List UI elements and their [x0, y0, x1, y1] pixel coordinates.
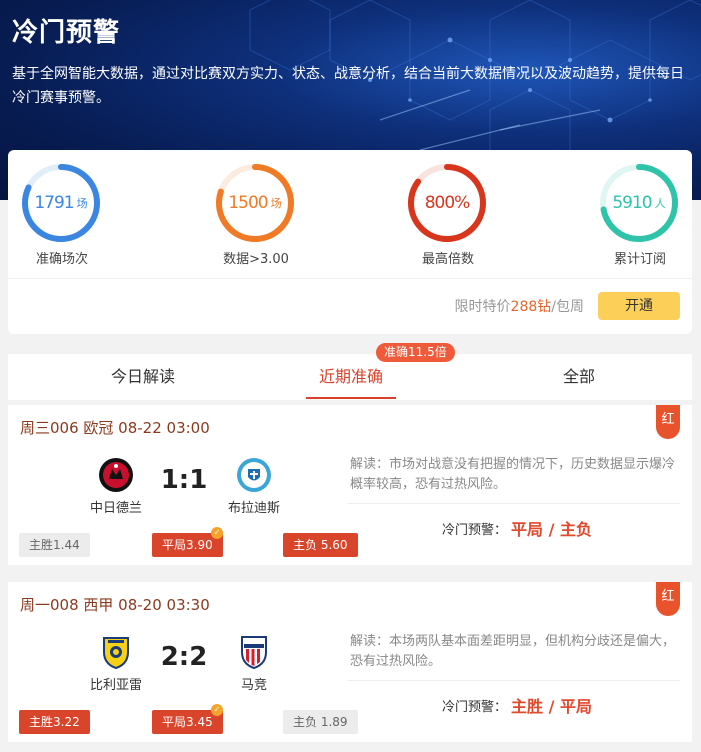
warning-label: 冷门预警：	[442, 523, 508, 538]
divider	[348, 680, 680, 681]
stat-value: 1500 场	[214, 162, 296, 244]
stat-number: 5910	[612, 193, 652, 213]
analysis-text: 解读：本场两队基本面差距明显，但机构分歧还是偏大，恐有过热风险。	[350, 634, 676, 669]
stat-label: 准确场次	[35, 252, 88, 267]
match-header: 周一008 西甲 08-20 03:30	[20, 596, 210, 614]
odds-home: 主胜3.22	[19, 710, 90, 734]
warning-label: 冷门预警：	[442, 700, 508, 715]
stat-ring: 800%	[406, 162, 488, 244]
odds-away: 主负 1.89	[283, 710, 358, 734]
atletico-logo-icon	[241, 636, 267, 670]
match-score: 1:1	[160, 465, 208, 495]
active-tab-indicator	[306, 397, 396, 399]
stat-number: 1791	[34, 193, 74, 213]
price-prefix: 限时特价	[454, 299, 511, 315]
result-tag: 红	[656, 582, 680, 616]
result-tag: 红	[656, 405, 680, 439]
price-info: 限时特价288钻/包周	[455, 296, 584, 316]
stat-value: 1791 场	[20, 162, 102, 244]
home-team: 中日德兰	[76, 457, 156, 516]
match-card[interactable]: 周三006 欧冠 08-22 03:00 红中日德兰 1:1 布拉迪斯主胜1.44 平局…	[8, 405, 692, 565]
away-team-name: 布拉迪斯	[227, 501, 280, 516]
home-team-name: 中日德兰	[89, 501, 142, 516]
page-title: 冷门预警	[12, 18, 121, 48]
stat-number: 1500	[228, 193, 268, 213]
stat-label: 数据>3.00	[223, 252, 289, 267]
home-team-name: 比利亚雷	[89, 678, 142, 693]
stat-ring: 1500 场	[214, 162, 296, 244]
odds-away: 主负 5.60	[283, 533, 358, 557]
away-team: 马竞	[214, 634, 294, 693]
warning-value: 主胜 / 平局	[511, 697, 592, 716]
stat-number: 800%	[424, 193, 471, 213]
stat-unit: 场	[270, 197, 282, 210]
tab-today[interactable]: 今日解读	[63, 354, 223, 400]
stat-ring: 1791 场	[20, 162, 102, 244]
analysis-text: 解读：市场对战意没有把握的情况下，历史数据显示爆冷概率较高，恐有过热风险。	[350, 457, 676, 492]
page-description: 基于全网智能大数据，通过对比赛双方实力、状态、战意分析，结合当前大数据情况以及波…	[12, 66, 684, 106]
price-suffix: /包周	[551, 299, 584, 315]
check-icon: ✓	[211, 704, 223, 716]
tab-bar: 今日解读 近期准确 全部	[8, 354, 692, 400]
match-header: 周三006 欧冠 08-22 03:00	[20, 419, 210, 437]
accuracy-badge: 准确11.5倍	[376, 343, 455, 362]
check-icon: ✓	[211, 527, 223, 539]
stat-label: 最高倍数	[421, 252, 474, 267]
away-team: 布拉迪斯	[214, 457, 294, 516]
stat-value: 5910 人	[598, 162, 680, 244]
warning-value: 平局 / 主负	[511, 520, 592, 539]
price-value: 288钻	[510, 299, 552, 315]
midtjylland-logo-icon	[99, 458, 133, 492]
match-card[interactable]: 周一008 西甲 08-20 03:30 红比利亚雷 2:2 马竞 主胜3.22 平局3.…	[8, 582, 692, 742]
match-score: 2:2	[160, 642, 208, 672]
stat-label: 累计订阅	[613, 252, 666, 267]
stat-unit: 人	[654, 197, 666, 210]
subscribe-button[interactable]: 开通	[598, 292, 680, 320]
away-team-name: 马竞	[240, 678, 267, 693]
slovan-logo-icon	[237, 458, 271, 492]
divider	[8, 278, 692, 279]
stat-ring: 5910 人	[598, 162, 680, 244]
stats-card: 1791 场准确场次 1500 场数据>3.00 800% 最高倍数 5910 人累计订阅 限…	[8, 150, 692, 334]
stat-value: 800%	[406, 162, 488, 244]
divider	[348, 503, 680, 504]
odds-home: 主胜1.44	[19, 533, 90, 557]
home-team: 比利亚雷	[76, 634, 156, 693]
stat-unit: 场	[76, 197, 88, 210]
villarreal-logo-icon	[103, 637, 129, 670]
tab-all[interactable]: 全部	[499, 354, 659, 400]
